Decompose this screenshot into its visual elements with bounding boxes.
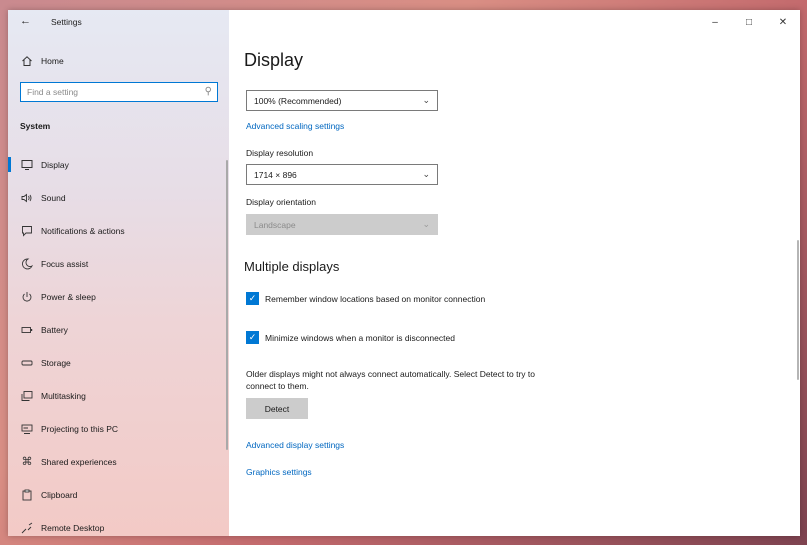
chevron-down-icon: ⌄ — [422, 95, 430, 105]
sidebar-item-notifications[interactable]: Notifications & actions — [8, 214, 229, 247]
graphics-settings-link[interactable]: Graphics settings — [246, 467, 312, 477]
back-arrow-icon[interactable]: ← — [20, 15, 31, 27]
sidebar-item-focus-assist[interactable]: Focus assist — [8, 247, 229, 280]
search-input[interactable] — [27, 85, 197, 99]
remember-locations-label: Remember window locations based on monit… — [265, 293, 486, 304]
maximize-button[interactable]: □ — [732, 10, 766, 34]
sidebar-item-label: Shared experiences — [41, 456, 117, 467]
main-content: – □ ✕ Display 100% (Recommended) ⌄ Advan… — [229, 10, 800, 536]
sidebar-item-label: Remote Desktop — [41, 522, 105, 533]
sidebar-item-label: Sound — [41, 192, 66, 203]
multiple-displays-heading: Multiple displays — [244, 259, 340, 274]
sidebar-item-power-sleep[interactable]: Power & sleep — [8, 280, 229, 313]
battery-icon — [20, 323, 34, 337]
clipboard-icon — [20, 488, 34, 502]
scroll-clipped-text — [246, 74, 366, 80]
resolution-dropdown-value: 1714 × 896 — [254, 169, 297, 180]
sidebar-item-label: Clipboard — [41, 489, 78, 500]
app-title: Settings — [51, 17, 82, 27]
chevron-down-icon: ⌄ — [422, 219, 430, 229]
chevron-down-icon: ⌄ — [422, 169, 430, 179]
resolution-dropdown[interactable]: 1714 × 896 ⌄ — [246, 164, 438, 185]
detect-description: Older displays might not always connect … — [246, 369, 535, 391]
minimize-windows-label: Minimize windows when a monitor is disco… — [265, 332, 455, 343]
monitor-icon — [20, 158, 34, 172]
minimize-windows-checkbox-row[interactable]: ✓ Minimize windows when a monitor is dis… — [246, 331, 455, 344]
minimize-button[interactable]: – — [698, 10, 732, 34]
home-nav-item[interactable]: Home — [20, 54, 64, 68]
remote-desktop-icon — [20, 521, 34, 535]
sidebar-item-display[interactable]: Display — [8, 148, 229, 181]
projector-icon — [20, 422, 34, 436]
shared-icon: ⌘ — [21, 456, 33, 468]
resolution-label: Display resolution — [246, 148, 314, 158]
sidebar-item-label: Multitasking — [41, 390, 86, 401]
main-scrollbar[interactable] — [797, 240, 799, 380]
remember-locations-checkbox-row[interactable]: ✓ Remember window locations based on mon… — [246, 292, 485, 305]
checkbox-checked-icon[interactable]: ✓ — [246, 331, 259, 344]
home-label: Home — [41, 56, 64, 66]
checkbox-checked-icon[interactable]: ✓ — [246, 292, 259, 305]
titlebar: ← Settings — [8, 10, 229, 34]
speaker-icon — [20, 191, 34, 205]
sidebar-scrollbar[interactable] — [226, 160, 228, 450]
advanced-display-settings-link[interactable]: Advanced display settings — [246, 440, 344, 450]
sidebar-item-clipboard[interactable]: Clipboard — [8, 478, 229, 511]
sidebar-item-storage[interactable]: Storage — [8, 346, 229, 379]
sidebar-item-shared-experiences[interactable]: ⌘ Shared experiences — [8, 445, 229, 478]
scale-dropdown-value: 100% (Recommended) — [254, 95, 342, 106]
sidebar-item-sound[interactable]: Sound — [8, 181, 229, 214]
sidebar-item-label: Focus assist — [41, 258, 89, 269]
sidebar-item-remote-desktop[interactable]: Remote Desktop — [8, 511, 229, 536]
multitasking-icon — [20, 389, 34, 403]
section-header-system: System — [20, 121, 51, 131]
scale-dropdown[interactable]: 100% (Recommended) ⌄ — [246, 90, 438, 111]
nav-list: Display Sound Notifications & actions Fo… — [8, 148, 229, 536]
sidebar-item-label: Battery — [41, 324, 68, 335]
sidebar-item-label: Power & sleep — [41, 291, 96, 302]
orientation-dropdown-value: Landscape — [254, 219, 296, 230]
sidebar: ← Settings Home ⚲ System Display — [8, 10, 229, 536]
sidebar-item-multitasking[interactable]: Multitasking — [8, 379, 229, 412]
sidebar-item-projecting[interactable]: Projecting to this PC — [8, 412, 229, 445]
search-box[interactable]: ⚲ — [20, 82, 218, 102]
detect-button[interactable]: Detect — [246, 398, 308, 419]
settings-window: ← Settings Home ⚲ System Display — [8, 10, 800, 536]
page-title: Display — [244, 50, 304, 70]
moon-icon — [20, 257, 34, 271]
search-icon[interactable]: ⚲ — [205, 86, 212, 97]
close-button[interactable]: ✕ — [766, 10, 800, 34]
sidebar-item-label: Display — [41, 159, 69, 170]
sidebar-item-label: Notifications & actions — [41, 225, 125, 236]
sidebar-item-label: Projecting to this PC — [41, 423, 119, 434]
sidebar-item-label: Storage — [41, 357, 71, 368]
window-controls: – □ ✕ — [698, 10, 800, 34]
orientation-dropdown[interactable]: Landscape ⌄ — [246, 214, 438, 235]
home-icon — [20, 54, 34, 68]
advanced-scaling-link[interactable]: Advanced scaling settings — [246, 121, 344, 131]
sidebar-item-battery[interactable]: Battery — [8, 313, 229, 346]
orientation-label: Display orientation — [246, 197, 316, 207]
storage-icon — [20, 356, 34, 370]
notification-icon — [20, 224, 34, 238]
power-icon — [20, 290, 34, 304]
